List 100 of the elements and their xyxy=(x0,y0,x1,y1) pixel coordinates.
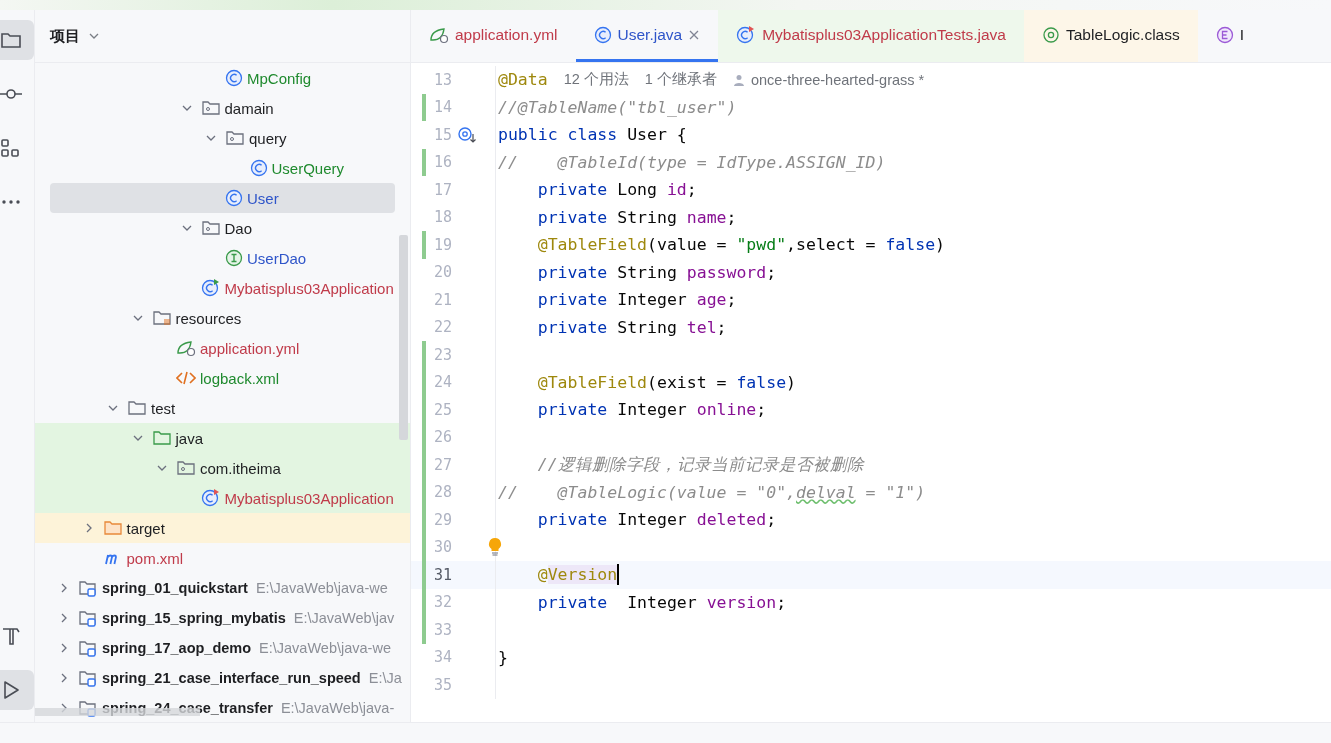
tree-item[interactable]: UserQuery xyxy=(50,153,395,183)
change-marker[interactable] xyxy=(422,588,426,616)
class-icon xyxy=(593,25,612,44)
module-path: E:\Ja xyxy=(368,670,402,686)
tree-item[interactable]: Mybatisplus03Application xyxy=(50,273,395,303)
person-icon xyxy=(732,73,745,86)
tree-item[interactable]: MpConfig xyxy=(50,63,395,93)
run-tool-button[interactable] xyxy=(0,670,34,710)
module-folder-icon xyxy=(78,639,98,657)
line-number: 18 xyxy=(432,208,452,227)
line-number: 14 xyxy=(432,98,452,117)
line-number: 21 xyxy=(432,290,452,309)
close-icon[interactable] xyxy=(688,28,701,41)
class-icon xyxy=(249,159,268,177)
change-marker[interactable] xyxy=(422,451,426,479)
line-number: 35 xyxy=(432,675,452,694)
line-number: 16 xyxy=(432,153,452,172)
tree-item[interactable]: UserDao xyxy=(50,243,395,273)
folder-icon xyxy=(102,519,123,537)
tree-item[interactable]: User xyxy=(50,183,395,213)
code-line: //逻辑删除字段，记录当前记录是否被删除 xyxy=(536,453,864,476)
hammer-icon xyxy=(0,625,22,647)
annotation-icon xyxy=(1042,25,1060,44)
module-path: E:\JavaWeb\java-we xyxy=(255,580,388,596)
module-path: E:\JavaWeb\jav xyxy=(293,610,395,626)
change-marker[interactable] xyxy=(422,93,426,121)
editor-tab[interactable]: Mybatisplus03ApplicationTests.java xyxy=(718,10,1024,62)
module-path: E:\JavaWeb\java- xyxy=(280,700,395,716)
tree-item[interactable]: damain xyxy=(50,93,395,123)
code-line: // @TableId(type = IdType.ASSIGN_ID) xyxy=(498,152,886,172)
line-number: 25 xyxy=(432,400,452,419)
code-line: private Long id; xyxy=(536,180,697,200)
tree-item[interactable]: Dao xyxy=(50,213,395,243)
tree-item[interactable]: spring_15_spring_mybatis E:\JavaWeb\jav xyxy=(50,603,395,633)
line-number: 30 xyxy=(432,538,452,557)
code-line: public class User { xyxy=(498,125,687,145)
change-marker[interactable] xyxy=(422,341,426,369)
folder-icon xyxy=(151,429,172,447)
change-marker[interactable] xyxy=(422,423,426,451)
more-icon xyxy=(0,199,22,205)
line-number: 20 xyxy=(432,263,452,282)
line-number: 19 xyxy=(432,235,452,254)
change-marker[interactable] xyxy=(422,148,426,176)
tree-item[interactable]: test xyxy=(50,393,395,423)
author-hint[interactable]: once-three-hearted-grass * xyxy=(750,71,925,88)
tree-item[interactable]: spring_17_aop_demo E:\JavaWeb\java-we xyxy=(50,633,395,663)
code-line: private String tel; xyxy=(536,317,727,337)
lightbulb-icon[interactable] xyxy=(487,537,503,558)
line-number: 17 xyxy=(432,180,452,199)
change-marker[interactable] xyxy=(422,561,426,589)
change-marker[interactable] xyxy=(422,368,426,396)
usage-hint[interactable]: 12 个用法 xyxy=(563,70,629,90)
module-path: E:\JavaWeb\java-we xyxy=(259,640,391,656)
code-line: private Integer age; xyxy=(536,290,737,310)
line-number: 24 xyxy=(432,373,452,392)
code-line: } xyxy=(498,647,508,667)
code-line: @Version xyxy=(536,565,618,585)
leaf-file-icon xyxy=(429,25,449,44)
line-number: 34 xyxy=(432,648,452,667)
module-folder-icon xyxy=(78,579,98,597)
code-line: //@TableName("tbl_user") xyxy=(498,97,737,117)
usage-hint[interactable]: 1 个继承者 xyxy=(644,70,717,90)
code-line: @TableField(value = "pwd",select = false) xyxy=(536,235,946,255)
tree-item[interactable]: query xyxy=(50,123,395,153)
editor-tab[interactable]: application.yml xyxy=(411,10,576,62)
class-icon xyxy=(225,189,243,207)
package-folder-icon xyxy=(200,219,221,237)
module-folder-icon xyxy=(78,669,98,687)
change-marker[interactable] xyxy=(422,478,426,506)
change-marker[interactable] xyxy=(422,506,426,534)
code-line: @TableField(exist = false) xyxy=(536,372,797,392)
change-marker[interactable] xyxy=(422,616,426,644)
line-number: 26 xyxy=(432,428,452,447)
line-number: 27 xyxy=(432,455,452,474)
change-marker[interactable] xyxy=(422,231,426,259)
structure-icon xyxy=(0,137,22,159)
inheritance-icon[interactable] xyxy=(457,125,477,144)
enum-icon xyxy=(1215,25,1234,44)
project-tool-button[interactable] xyxy=(0,20,34,60)
line-number: 22 xyxy=(432,318,452,337)
tree-item[interactable]: application.yml xyxy=(50,333,395,363)
tree-item[interactable]: spring_01_quickstart E:\JavaWeb\java-we xyxy=(50,573,395,603)
tree-item[interactable]: spring_21_case_interface_run_speed E:\Ja xyxy=(50,663,402,693)
panel-title[interactable]: 项目 xyxy=(50,26,80,46)
code-line: private Integer version; xyxy=(536,592,787,612)
line-number: 29 xyxy=(432,510,452,529)
tree-item[interactable]: logback.xml xyxy=(50,363,395,393)
code-line: // @TableLogic(value = "0",delval = "1") xyxy=(498,482,926,502)
package-folder-icon xyxy=(225,129,245,147)
editor-tab[interactable]: I xyxy=(1197,10,1263,62)
line-number: 15 xyxy=(432,125,452,144)
editor-tab[interactable]: TableLogic.class xyxy=(1024,10,1198,62)
tree-item[interactable]: pom.xml xyxy=(50,543,395,573)
class-icon xyxy=(225,69,243,87)
line-number: 31 xyxy=(432,565,452,584)
change-marker[interactable] xyxy=(422,396,426,424)
scrollbar[interactable] xyxy=(399,235,408,440)
change-marker[interactable] xyxy=(422,533,426,561)
tree-item[interactable]: resources xyxy=(50,303,395,333)
code-line: private String name; xyxy=(536,207,737,227)
